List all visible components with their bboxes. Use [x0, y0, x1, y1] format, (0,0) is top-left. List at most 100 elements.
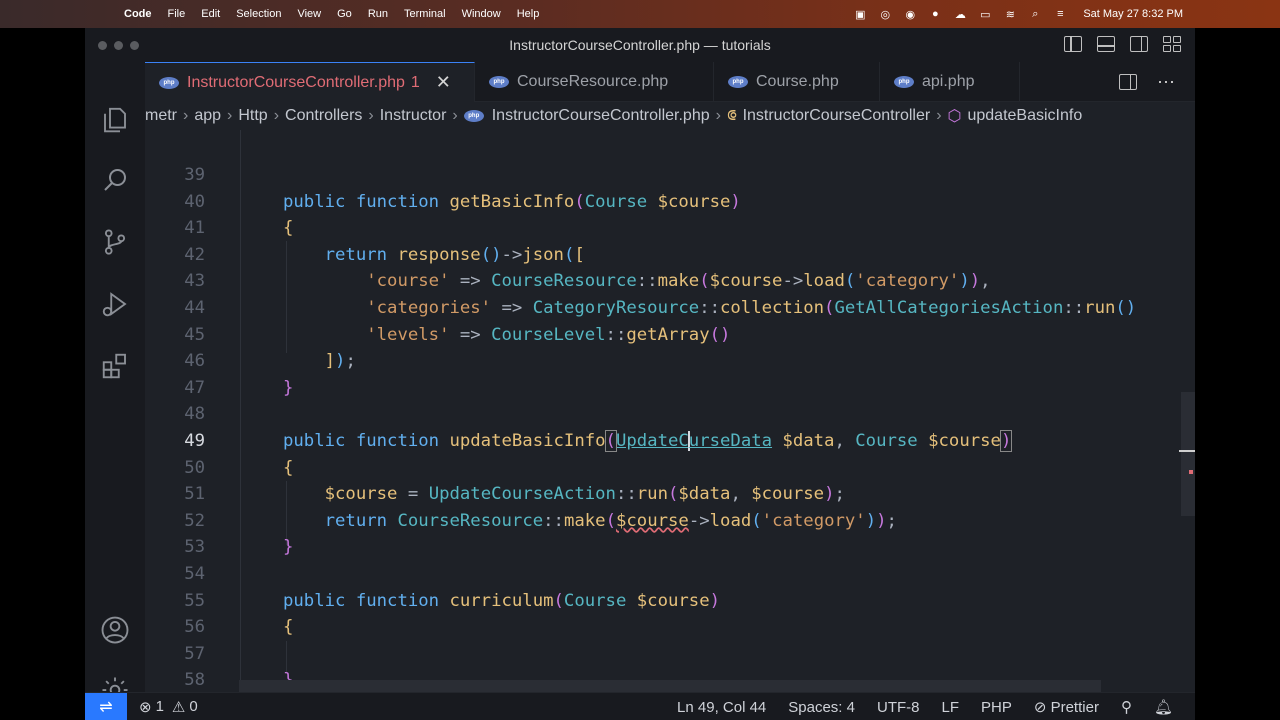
tab-label: api.php: [922, 73, 975, 90]
tab-label: InstructorCourseController.php: [187, 73, 405, 91]
method-symbol-icon: ⬡: [947, 108, 962, 125]
php-file-icon: php: [159, 76, 179, 89]
chevron-right-icon: ›: [227, 107, 233, 124]
code-line: 55 public function curriculum(Course $cou…: [184, 590, 721, 611]
chevron-right-icon: ›: [936, 107, 942, 124]
menu-help[interactable]: Help: [517, 8, 540, 20]
breadcrumb-item[interactable]: InstructorCourseController.php: [492, 107, 710, 125]
spotlight-search-icon[interactable]: ⌕: [1027, 8, 1043, 20]
app-tray-icon[interactable]: ●: [927, 8, 943, 20]
menu-terminal[interactable]: Terminal: [404, 8, 446, 20]
feedback-icon[interactable]: ⚲: [1121, 698, 1132, 716]
menu-run[interactable]: Run: [368, 8, 388, 20]
prettier-icon: ⊘: [1033, 699, 1051, 716]
run-debug-icon[interactable]: [99, 288, 131, 320]
breadcrumb-item[interactable]: app: [194, 107, 221, 125]
breadcrumb-item[interactable]: Http: [238, 107, 267, 125]
tab-label: Course.php: [756, 73, 839, 90]
error-icon: ⊗: [139, 698, 152, 716]
notifications-icon[interactable]: 🔔︎: [1154, 698, 1173, 716]
wifi-icon[interactable]: ≋: [1002, 8, 1018, 21]
menu-file[interactable]: File: [168, 8, 186, 20]
vscode-window: InstructorCourseController.php — tutoria…: [85, 28, 1195, 720]
chevron-right-icon: ›: [715, 107, 721, 124]
remote-indicator-icon[interactable]: ⇌: [85, 692, 127, 720]
menu-edit[interactable]: Edit: [201, 8, 220, 20]
menu-clock[interactable]: Sat May 27 8:32 PM: [1083, 8, 1183, 20]
close-window-button[interactable]: [98, 41, 107, 50]
warning-count: 0: [189, 698, 198, 715]
account-icon[interactable]: [99, 614, 131, 646]
screen-record-icon[interactable]: ▣: [852, 8, 868, 21]
php-file-icon: php: [463, 110, 484, 122]
window-title: InstructorCourseController.php — tutoria…: [509, 37, 771, 53]
customize-layout-icon[interactable]: [1163, 36, 1181, 52]
code-line: 52 return CourseResource::make($course->…: [184, 510, 897, 531]
tab-course-resource[interactable]: php CourseResource.php: [475, 62, 714, 102]
search-icon[interactable]: [99, 164, 131, 196]
php-file-icon: php: [728, 76, 748, 88]
source-control-icon[interactable]: [99, 226, 131, 258]
language-mode[interactable]: PHP: [981, 699, 1012, 716]
code-line: 47}: [184, 377, 294, 398]
warning-icon: ⚠: [171, 698, 186, 716]
breadcrumb-item[interactable]: updateBasicInfo: [967, 107, 1082, 125]
minimize-window-button[interactable]: [114, 41, 123, 50]
breadcrumb-item[interactable]: Controllers: [285, 107, 362, 125]
breadcrumb-item[interactable]: metr: [145, 107, 177, 125]
zoom-window-button[interactable]: [130, 41, 139, 50]
more-actions-icon[interactable]: ⋯: [1157, 72, 1175, 93]
menu-selection[interactable]: Selection: [236, 8, 281, 20]
chevron-right-icon: ›: [368, 107, 374, 124]
class-symbol-icon: ⟃: [726, 107, 737, 124]
code-line: 43 'course' => CourseResource::make($cou…: [184, 271, 991, 292]
code-line: 44 'categories' => CategoryResource::col…: [184, 298, 1137, 318]
macos-menu-bar: Code File Edit Selection View Go Run Ter…: [0, 0, 1280, 28]
end-of-line[interactable]: LF: [941, 699, 959, 716]
toggle-primary-sidebar-icon[interactable]: [1064, 36, 1082, 52]
encoding[interactable]: UTF-8: [877, 699, 920, 716]
tab-actions: ⋯: [1119, 62, 1175, 102]
cursor-position[interactable]: Ln 49, Col 44: [677, 699, 766, 716]
breadcrumb-item[interactable]: InstructorCourseController: [743, 107, 931, 125]
code-line: 54: [184, 564, 205, 584]
prettier-status[interactable]: ⊘ Prettier: [1034, 698, 1099, 716]
menu-window[interactable]: Window: [462, 8, 501, 20]
toggle-panel-icon[interactable]: [1097, 36, 1115, 52]
code-line: 41{: [184, 218, 294, 239]
chevron-right-icon: ›: [452, 107, 458, 124]
battery-icon[interactable]: ▭: [977, 8, 993, 21]
toggle-secondary-sidebar-icon[interactable]: [1130, 36, 1148, 52]
code-editor[interactable]: 39 40 public function getBasicInfo(Course…: [145, 130, 1195, 692]
tab-course[interactable]: php Course.php: [714, 62, 880, 102]
vertical-scrollbar[interactable]: [1181, 392, 1195, 516]
php-file-icon: php: [489, 76, 509, 88]
problems-indicator[interactable]: ⊗ 1 ⚠ 0: [139, 698, 198, 716]
indentation[interactable]: Spaces: 4: [788, 699, 855, 716]
window-controls: [98, 41, 139, 50]
extensions-icon[interactable]: [99, 350, 131, 382]
vpn-icon[interactable]: ◉: [902, 8, 918, 21]
menu-go[interactable]: Go: [337, 8, 352, 20]
split-editor-icon[interactable]: [1119, 74, 1137, 90]
control-center-icon[interactable]: ≡: [1052, 8, 1068, 20]
files-icon[interactable]: [99, 104, 131, 136]
problem-count-badge: 1: [410, 73, 420, 91]
cloud-icon[interactable]: ☁: [952, 8, 968, 21]
menu-app-name[interactable]: Code: [124, 8, 152, 20]
creative-cloud-icon[interactable]: ◎: [877, 8, 893, 21]
code-line: 42 return response()->json([: [184, 244, 585, 265]
status-bar: ⇌ ⊗ 1 ⚠ 0 Ln 49, Col 44 Spaces: 4 UTF-8 …: [85, 692, 1195, 720]
chevron-right-icon: ›: [183, 107, 189, 124]
tab-api[interactable]: php api.php: [880, 62, 1020, 102]
code-line: 56{: [184, 617, 294, 638]
code-line: 45 'levels' => CourseLevel::getArray(): [184, 324, 731, 345]
breadcrumb-item[interactable]: Instructor: [380, 107, 447, 125]
tab-instructor-course-controller[interactable]: php InstructorCourseController.php 1 ✕: [145, 62, 475, 102]
menu-view[interactable]: View: [297, 8, 321, 20]
horizontal-scrollbar[interactable]: [239, 680, 1101, 692]
scrollbar-error-marker: [1189, 470, 1193, 474]
close-tab-icon[interactable]: ✕: [436, 72, 451, 93]
code-line: 40 public function getBasicInfo(Course $c…: [184, 191, 741, 212]
code-line: 57: [184, 643, 205, 664]
